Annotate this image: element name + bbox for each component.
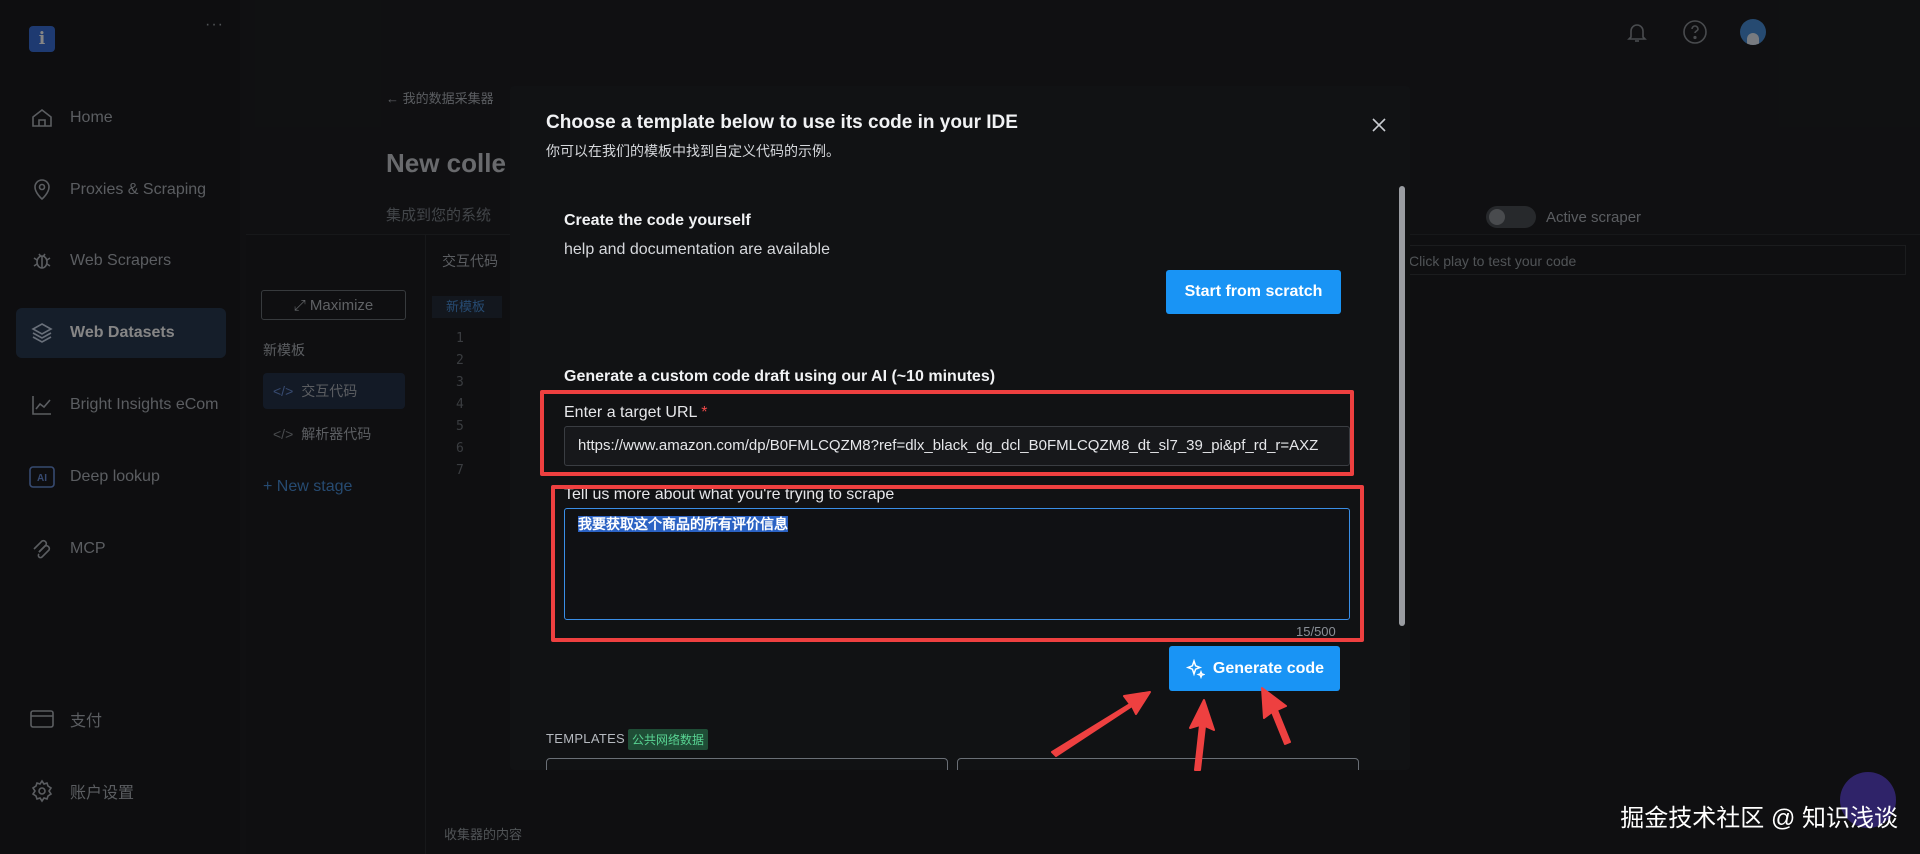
annotation-arrows <box>1051 687 1291 771</box>
arrow-shape <box>1261 687 1291 745</box>
arrow-shape <box>1189 699 1215 771</box>
watermark: 掘金技术社区 @ 知识浅谈 <box>1620 805 1898 832</box>
arrow-shape <box>1051 691 1151 757</box>
